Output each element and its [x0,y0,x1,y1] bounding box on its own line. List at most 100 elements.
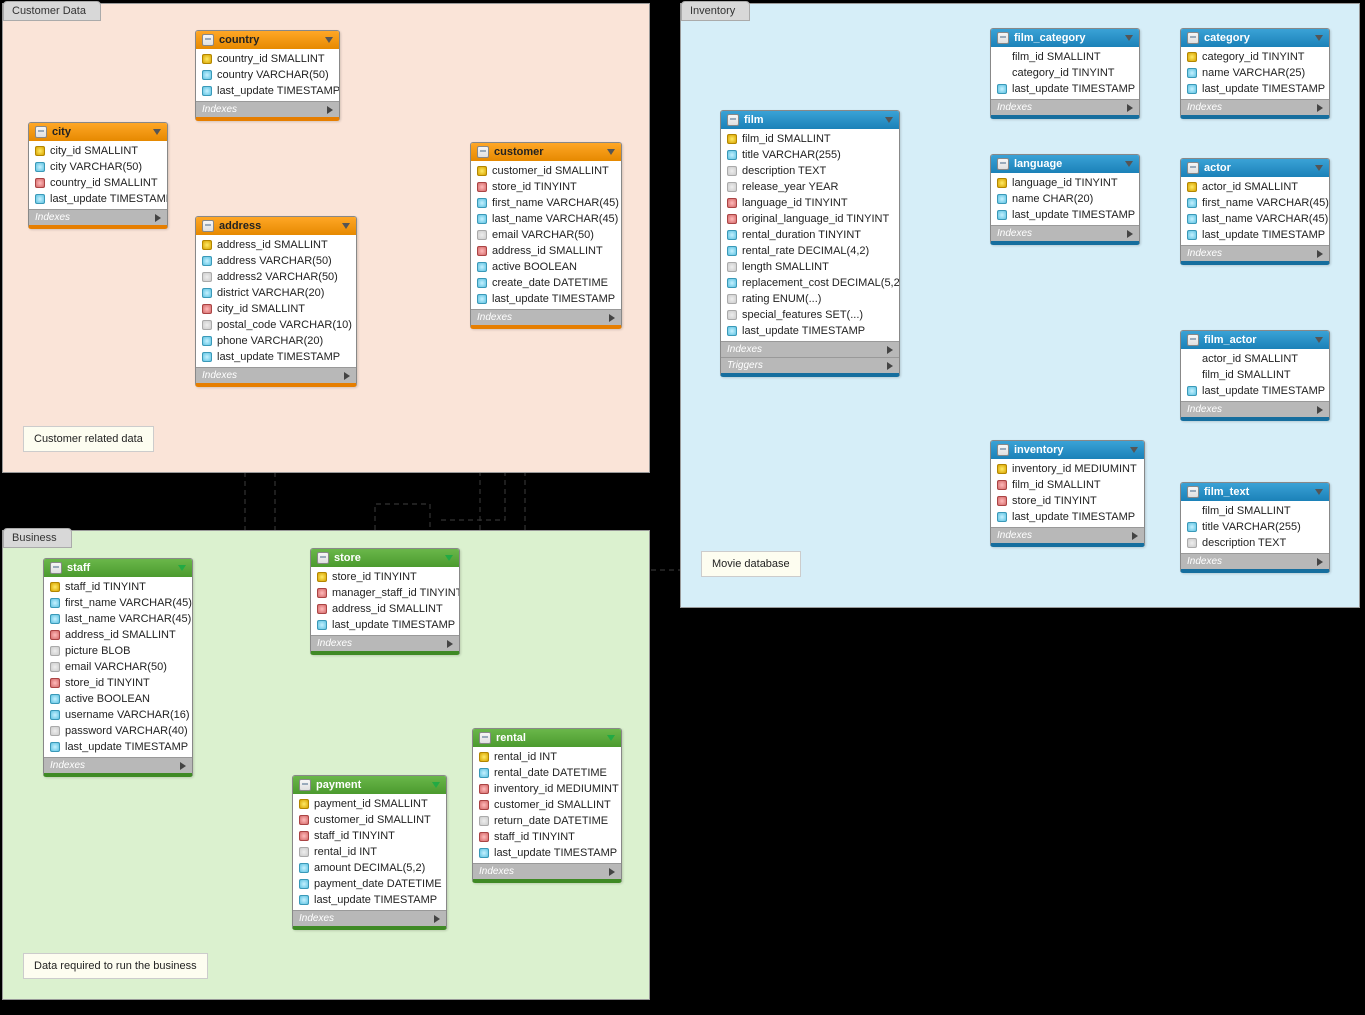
indexes-footer[interactable]: Indexes [311,635,459,651]
table-header[interactable]: address [196,217,356,235]
column-row[interactable]: last_update TIMESTAMP [471,291,621,307]
column-row[interactable]: staff_id TINYINT [473,829,621,845]
column-row[interactable]: last_update TIMESTAMP [311,617,459,633]
column-row[interactable]: rental_id INT [293,844,446,860]
column-row[interactable]: film_id SMALLINT [1181,367,1329,383]
column-row[interactable]: last_update TIMESTAMP [44,739,192,755]
chevron-down-icon[interactable] [1315,489,1323,495]
indexes-footer[interactable]: Indexes [473,863,621,879]
table-rental[interactable]: rental rental_id INTrental_date DATETIME… [472,728,622,883]
table-header[interactable]: rental [473,729,621,747]
column-row[interactable]: manager_staff_id TINYINT [311,585,459,601]
column-row[interactable]: last_update TIMESTAMP [473,845,621,861]
column-row[interactable]: rating ENUM(...) [721,291,899,307]
column-row[interactable]: first_name VARCHAR(45) [1181,195,1329,211]
table-customer[interactable]: customer customer_id SMALLINTstore_id TI… [470,142,622,329]
indexes-footer[interactable]: Indexes [1181,245,1329,261]
column-row[interactable]: last_update TIMESTAMP [293,892,446,908]
column-row[interactable]: address VARCHAR(50) [196,253,356,269]
column-row[interactable]: last_update TIMESTAMP [196,349,356,365]
column-row[interactable]: country_id SMALLINT [29,175,167,191]
indexes-footer[interactable]: Indexes [196,367,356,383]
column-row[interactable]: film_id SMALLINT [1181,503,1329,519]
column-row[interactable]: last_update TIMESTAMP [1181,383,1329,399]
column-row[interactable]: postal_code VARCHAR(10) [196,317,356,333]
column-row[interactable]: name CHAR(20) [991,191,1139,207]
column-row[interactable]: active BOOLEAN [471,259,621,275]
chevron-down-icon[interactable] [1315,165,1323,171]
column-row[interactable]: city_id SMALLINT [196,301,356,317]
column-row[interactable]: film_id SMALLINT [721,131,899,147]
column-row[interactable]: customer_id SMALLINT [471,163,621,179]
indexes-footer[interactable]: Indexes [196,101,339,117]
table-header[interactable]: film_category [991,29,1139,47]
column-row[interactable]: category_id TINYINT [991,65,1139,81]
column-row[interactable]: last_name VARCHAR(45) [1181,211,1329,227]
table-city[interactable]: city city_id SMALLINTcity VARCHAR(50)cou… [28,122,168,229]
column-row[interactable]: category_id TINYINT [1181,49,1329,65]
column-row[interactable]: country_id SMALLINT [196,51,339,67]
column-row[interactable]: email VARCHAR(50) [471,227,621,243]
table-header[interactable]: customer [471,143,621,161]
chevron-down-icon[interactable] [342,223,350,229]
column-row[interactable]: inventory_id MEDIUMINT [991,461,1144,477]
chevron-down-icon[interactable] [607,149,615,155]
column-row[interactable]: film_id SMALLINT [991,49,1139,65]
table-header[interactable]: store [311,549,459,567]
column-row[interactable]: staff_id TINYINT [44,579,192,595]
column-row[interactable]: customer_id SMALLINT [473,797,621,813]
column-row[interactable]: rental_duration TINYINT [721,227,899,243]
table-header[interactable]: language [991,155,1139,173]
column-row[interactable]: picture BLOB [44,643,192,659]
column-row[interactable]: last_name VARCHAR(45) [471,211,621,227]
column-row[interactable]: address_id SMALLINT [44,627,192,643]
table-film-actor[interactable]: film_actor actor_id SMALLINTfilm_id SMAL… [1180,330,1330,421]
column-row[interactable]: last_name VARCHAR(45) [44,611,192,627]
column-row[interactable]: first_name VARCHAR(45) [44,595,192,611]
column-row[interactable]: last_update TIMESTAMP [991,207,1139,223]
column-row[interactable]: country VARCHAR(50) [196,67,339,83]
table-address[interactable]: address address_id SMALLINTaddress VARCH… [195,216,357,387]
table-header[interactable]: film_actor [1181,331,1329,349]
column-row[interactable]: rental_date DATETIME [473,765,621,781]
column-row[interactable]: special_features SET(...) [721,307,899,323]
column-row[interactable]: address2 VARCHAR(50) [196,269,356,285]
indexes-footer[interactable]: Indexes [293,910,446,926]
indexes-footer[interactable]: Indexes [1181,401,1329,417]
column-row[interactable]: payment_id SMALLINT [293,796,446,812]
column-row[interactable]: password VARCHAR(40) [44,723,192,739]
column-row[interactable]: phone VARCHAR(20) [196,333,356,349]
column-row[interactable]: language_id TINYINT [721,195,899,211]
column-row[interactable]: city_id SMALLINT [29,143,167,159]
chevron-down-icon[interactable] [445,555,453,561]
table-actor[interactable]: actor actor_id SMALLINTfirst_name VARCHA… [1180,158,1330,265]
column-row[interactable]: original_language_id TINYINT [721,211,899,227]
column-row[interactable]: address_id SMALLINT [471,243,621,259]
column-row[interactable]: actor_id SMALLINT [1181,351,1329,367]
table-store[interactable]: store store_id TINYINTmanager_staff_id T… [310,548,460,655]
indexes-footer[interactable]: Indexes [721,341,899,357]
column-row[interactable]: staff_id TINYINT [293,828,446,844]
column-row[interactable]: store_id TINYINT [991,493,1144,509]
table-header[interactable]: category [1181,29,1329,47]
column-row[interactable]: rental_rate DECIMAL(4,2) [721,243,899,259]
column-row[interactable]: inventory_id MEDIUMINT [473,781,621,797]
table-header[interactable]: actor [1181,159,1329,177]
chevron-down-icon[interactable] [1315,337,1323,343]
chevron-down-icon[interactable] [178,565,186,571]
indexes-footer[interactable]: Indexes [991,527,1144,543]
column-row[interactable]: email VARCHAR(50) [44,659,192,675]
column-row[interactable]: title VARCHAR(255) [721,147,899,163]
column-row[interactable]: last_update TIMESTAMP [991,509,1144,525]
column-row[interactable]: last_update TIMESTAMP [196,83,339,99]
column-row[interactable]: last_update TIMESTAMP [29,191,167,207]
column-row[interactable]: address_id SMALLINT [196,237,356,253]
table-film-category[interactable]: film_category film_id SMALLINTcategory_i… [990,28,1140,119]
column-row[interactable]: release_year YEAR [721,179,899,195]
column-row[interactable]: description TEXT [721,163,899,179]
table-inventory[interactable]: inventory inventory_id MEDIUMINTfilm_id … [990,440,1145,547]
column-row[interactable]: last_update TIMESTAMP [1181,227,1329,243]
chevron-down-icon[interactable] [1315,35,1323,41]
indexes-footer[interactable]: Indexes [44,757,192,773]
table-payment[interactable]: payment payment_id SMALLINTcustomer_id S… [292,775,447,930]
